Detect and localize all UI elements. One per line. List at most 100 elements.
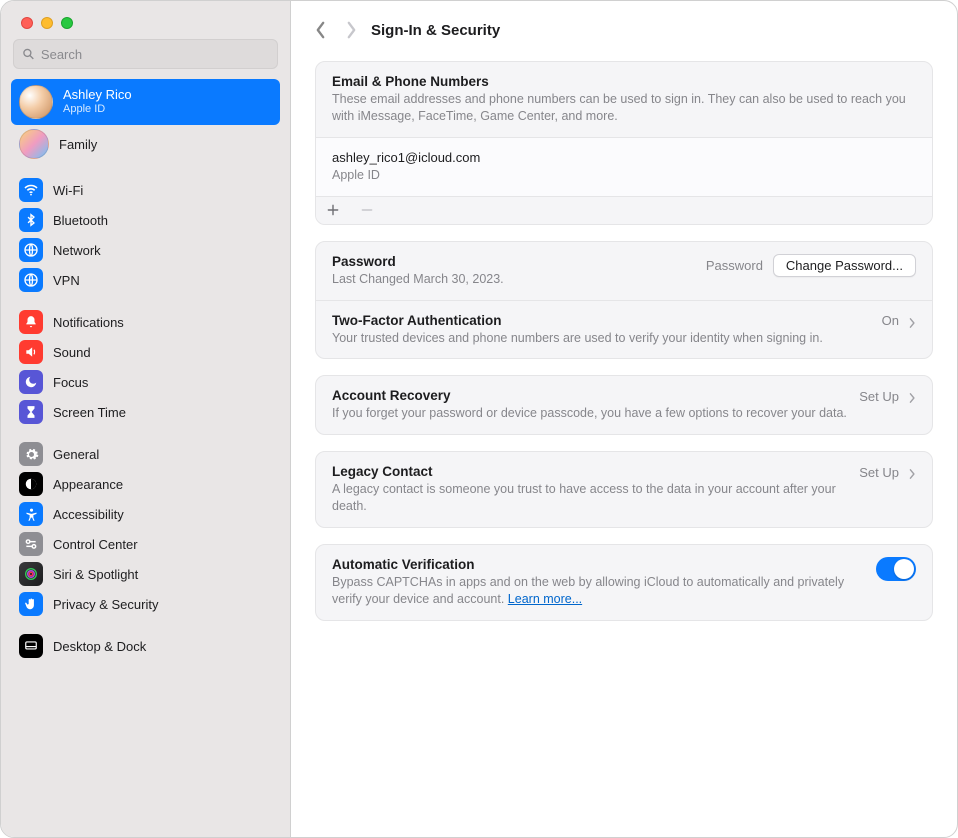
sidebar-item-privacy-security[interactable]: Privacy & Security	[11, 589, 280, 619]
autoverify-desc: Bypass CAPTCHAs in apps and on the web b…	[332, 574, 864, 608]
sidebar-item-appearance[interactable]: Appearance	[11, 469, 280, 499]
content-header: Sign-In & Security	[291, 1, 957, 57]
gear-icon	[19, 442, 43, 466]
network-icon	[19, 238, 43, 262]
twofa-title: Two-Factor Authentication	[332, 313, 870, 328]
sidebar-item-notifications[interactable]: Notifications	[11, 307, 280, 337]
page-title: Sign-In & Security	[371, 22, 500, 39]
sidebar-item-label: VPN	[53, 273, 80, 288]
forward-button[interactable]	[346, 21, 357, 39]
sidebar-item-label: Desktop & Dock	[53, 639, 146, 654]
sidebar-item-label: General	[53, 447, 99, 462]
wifi-icon	[19, 178, 43, 202]
speaker-icon	[19, 340, 43, 364]
sidebar-item-focus[interactable]: Focus	[11, 367, 280, 397]
learn-more-link[interactable]: Learn more...	[508, 592, 582, 606]
sidebar-item-general[interactable]: General	[11, 439, 280, 469]
account-name: Ashley Rico	[63, 88, 132, 103]
sidebar-item-wifi[interactable]: Wi-Fi	[11, 175, 280, 205]
recovery-desc: If you forget your password or device pa…	[332, 405, 847, 422]
accessibility-icon	[19, 502, 43, 526]
sidebar-item-label: Accessibility	[53, 507, 124, 522]
legacy-desc: A legacy contact is someone you trust to…	[332, 481, 847, 515]
chevron-right-icon	[909, 317, 916, 329]
twofa-desc: Your trusted devices and phone numbers a…	[332, 330, 870, 347]
autoverify-card: Automatic Verification Bypass CAPTCHAs i…	[315, 544, 933, 621]
plus-icon	[326, 203, 340, 217]
sidebar-item-label: Siri & Spotlight	[53, 567, 138, 582]
sidebar-item-label: Bluetooth	[53, 213, 108, 228]
sidebar-item-bluetooth[interactable]: Bluetooth	[11, 205, 280, 235]
search-field[interactable]	[13, 39, 278, 69]
sidebar-item-label: Appearance	[53, 477, 123, 492]
family-icon	[19, 129, 49, 159]
sidebar-nav: Ashley Rico Apple ID Family Wi-Fi Blue	[1, 79, 290, 661]
sidebar-item-label: Control Center	[53, 537, 138, 552]
sidebar-item-control-center[interactable]: Control Center	[11, 529, 280, 559]
dock-icon	[19, 634, 43, 658]
add-email-button[interactable]	[316, 196, 350, 224]
sidebar-item-label: Privacy & Security	[53, 597, 158, 612]
legacy-title: Legacy Contact	[332, 464, 847, 479]
email-sub: Apple ID	[332, 167, 916, 184]
password-changed: Last Changed March 30, 2023.	[332, 271, 694, 288]
minus-icon	[360, 203, 374, 217]
siri-icon	[19, 562, 43, 586]
search-icon	[22, 47, 35, 61]
search-input[interactable]	[41, 47, 269, 62]
email-section-title: Email & Phone Numbers	[332, 74, 916, 89]
remove-email-button	[350, 196, 384, 224]
recovery-title: Account Recovery	[332, 388, 847, 403]
vpn-icon	[19, 268, 43, 292]
hourglass-icon	[19, 400, 43, 424]
sidebar-item-vpn[interactable]: VPN	[11, 265, 280, 295]
password-label: Password	[706, 258, 763, 273]
twofa-row[interactable]: Two-Factor Authentication Your trusted d…	[316, 300, 932, 359]
bluetooth-icon	[19, 208, 43, 232]
legacy-contact-row[interactable]: Legacy Contact A legacy contact is someo…	[316, 452, 932, 527]
recovery-status: Set Up	[859, 389, 899, 404]
sidebar-item-accessibility[interactable]: Accessibility	[11, 499, 280, 529]
email-row[interactable]: ashley_rico1@icloud.com Apple ID	[316, 137, 932, 196]
change-password-button[interactable]: Change Password...	[773, 254, 916, 277]
account-sub: Apple ID	[63, 103, 132, 116]
chevron-right-icon	[909, 392, 916, 404]
password-card: Password Last Changed March 30, 2023. Pa…	[315, 241, 933, 360]
chevron-right-icon	[909, 468, 916, 480]
legacy-status: Set Up	[859, 465, 899, 480]
minimize-window-button[interactable]	[41, 17, 53, 29]
window-controls	[1, 1, 290, 39]
sidebar-item-family[interactable]: Family	[11, 125, 280, 163]
sidebar-item-label: Screen Time	[53, 405, 126, 420]
sidebar-item-label: Wi-Fi	[53, 183, 83, 198]
autoverify-toggle[interactable]	[876, 557, 916, 581]
hand-icon	[19, 592, 43, 616]
password-title: Password	[332, 254, 694, 269]
close-window-button[interactable]	[21, 17, 33, 29]
back-button[interactable]	[315, 21, 326, 39]
sidebar-item-apple-id[interactable]: Ashley Rico Apple ID	[11, 79, 280, 125]
account-recovery-row[interactable]: Account Recovery If you forget your pass…	[316, 376, 932, 434]
twofa-status: On	[882, 313, 899, 328]
sidebar: Ashley Rico Apple ID Family Wi-Fi Blue	[1, 1, 291, 837]
system-settings-window: Ashley Rico Apple ID Family Wi-Fi Blue	[0, 0, 958, 838]
autoverify-title: Automatic Verification	[332, 557, 864, 572]
sidebar-item-network[interactable]: Network	[11, 235, 280, 265]
zoom-window-button[interactable]	[61, 17, 73, 29]
recovery-card: Account Recovery If you forget your pass…	[315, 375, 933, 435]
sidebar-item-screen-time[interactable]: Screen Time	[11, 397, 280, 427]
sidebar-item-label: Network	[53, 243, 101, 258]
sidebar-item-siri-spotlight[interactable]: Siri & Spotlight	[11, 559, 280, 589]
email-value: ashley_rico1@icloud.com	[332, 150, 916, 165]
sidebar-item-label: Sound	[53, 345, 91, 360]
sidebar-item-label: Notifications	[53, 315, 124, 330]
main-content: Sign-In & Security Email & Phone Numbers…	[291, 1, 957, 837]
control-center-icon	[19, 532, 43, 556]
sidebar-item-sound[interactable]: Sound	[11, 337, 280, 367]
moon-icon	[19, 370, 43, 394]
sidebar-item-label: Family	[59, 137, 97, 152]
legacy-card: Legacy Contact A legacy contact is someo…	[315, 451, 933, 528]
sidebar-item-label: Focus	[53, 375, 88, 390]
sidebar-item-desktop-dock[interactable]: Desktop & Dock	[11, 631, 280, 661]
bell-icon	[19, 310, 43, 334]
